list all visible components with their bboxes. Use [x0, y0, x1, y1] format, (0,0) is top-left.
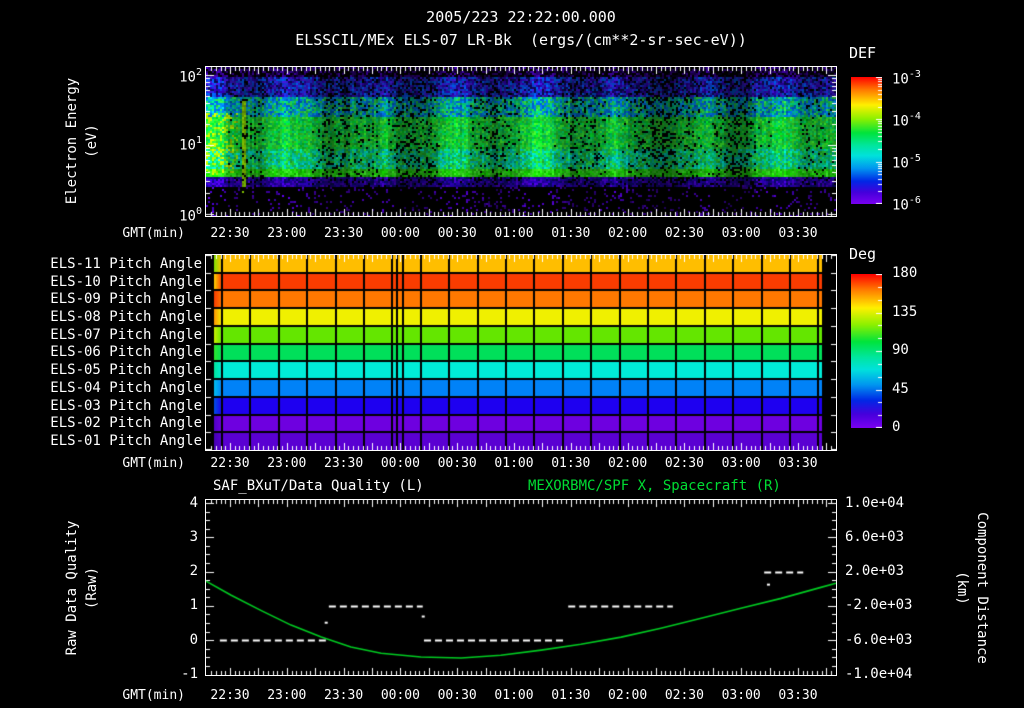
def-colorbar-canvas	[851, 77, 882, 204]
x-tick-label-top: 02:00	[608, 226, 648, 241]
distance-ytick-label: 6.0e+03	[845, 528, 905, 545]
x-tick-label-bottom: 23:30	[324, 688, 364, 703]
distance-ytick-label: -6.0e+03	[845, 631, 913, 648]
quality-distance-plot-canvas	[206, 500, 836, 675]
x-tick-label-bottom: 22:30	[210, 688, 250, 703]
x-tick-label-bottom: 23:00	[267, 688, 307, 703]
x-tick-label-middle: 01:00	[494, 456, 534, 471]
pitch-row-label: ELS-10 Pitch Angle	[50, 273, 202, 290]
distance-ytick-label: 2.0e+03	[845, 563, 905, 580]
gmt-label-middle: GMT(min)	[122, 456, 185, 471]
x-tick-label-middle: 23:30	[324, 456, 364, 471]
pitch-row-label: ELS-01 Pitch Angle	[50, 433, 202, 450]
energy-ytick-label-exponent: 1	[195, 135, 202, 146]
x-tick-label-top: 23:00	[267, 226, 307, 241]
x-tick-label-bottom: 00:30	[437, 688, 477, 703]
deg-colorbar-title: Deg	[849, 245, 877, 263]
pitch-row-label: ELS-06 Pitch Angle	[50, 344, 202, 361]
energy-ytick-label: 101	[179, 135, 202, 154]
distance-ytick-label: -1.0e+04	[845, 666, 913, 682]
quality-ytick-label: -1	[181, 666, 198, 682]
x-tick-label-middle: 03:00	[721, 456, 761, 471]
x-tick-label-middle: 02:30	[664, 456, 704, 471]
pitch-row-label: ELS-11 Pitch Angle	[50, 255, 202, 272]
energy-ytick-label: 100	[179, 206, 202, 225]
x-tick-label-bottom: 02:00	[608, 688, 648, 703]
x-tick-label-bottom: 01:30	[551, 688, 591, 703]
electron-energy-axis-label: Electron Energy (eV)	[62, 78, 102, 204]
x-tick-label-top: 01:00	[494, 226, 534, 241]
quality-ytick-label: 4	[189, 494, 198, 511]
quality-ytick-label: 2	[189, 563, 198, 580]
x-tick-label-top: 00:30	[437, 226, 477, 241]
distance-ytick-label: -2.0e+03	[845, 597, 913, 614]
quality-ytick-label: 1	[189, 597, 198, 614]
x-tick-label-bottom: 03:30	[778, 688, 818, 703]
x-tick-label-middle: 01:30	[551, 456, 591, 471]
x-tick-label-middle: 03:30	[778, 456, 818, 471]
x-tick-label-top: 03:00	[721, 226, 761, 241]
pitch-row-label: ELS-08 Pitch Angle	[50, 309, 202, 326]
def-colorbar-tick-label-exponent: -4	[908, 111, 921, 122]
quality-ytick-label: 0	[189, 631, 198, 648]
pitch-row-label: ELS-09 Pitch Angle	[50, 291, 202, 308]
quality-series-title: SAF_BXuT/Data Quality (L)	[213, 478, 424, 494]
x-tick-label-middle: 22:30	[210, 456, 250, 471]
x-tick-label-bottom: 03:00	[721, 688, 761, 703]
electron-energy-spectrogram-canvas	[206, 67, 836, 216]
timestamp-title: 2005/223 22:22:00.000	[426, 8, 616, 26]
deg-colorbar-canvas	[851, 274, 882, 428]
component-distance-axis-label: Component Distance (km)	[952, 512, 992, 664]
pitch-row-label: ELS-02 Pitch Angle	[50, 415, 202, 432]
energy-ytick-label: 102	[179, 67, 202, 86]
pitch-angle-panel-canvas	[206, 255, 836, 450]
gmt-label-top: GMT(min)	[122, 226, 185, 241]
x-tick-label-top: 01:30	[551, 226, 591, 241]
x-tick-label-middle: 02:00	[608, 456, 648, 471]
spacecraft-series-title: MEXORBMC/SPF X, Spacecraft (R)	[528, 478, 781, 494]
x-tick-label-bottom: 02:30	[664, 688, 704, 703]
def-colorbar-tick-label-exponent: -6	[908, 195, 921, 206]
electron-energy-axis-label-line2: (eV)	[84, 124, 100, 158]
def-colorbar-tick-label: 10-6	[892, 195, 921, 214]
x-tick-label-top: 22:30	[210, 226, 250, 241]
deg-colorbar-tick-label: 0	[892, 419, 901, 435]
x-tick-label-middle: 23:00	[267, 456, 307, 471]
raw-data-quality-axis-label-line2: (Raw)	[84, 566, 100, 610]
def-colorbar-title: DEF	[849, 44, 877, 62]
plot-screen: 2005/223 22:22:00.000 ELSSCIL/MEx ELS-07…	[0, 0, 1024, 708]
gmt-label-bottom: GMT(min)	[122, 688, 185, 703]
x-tick-label-top: 03:30	[778, 226, 818, 241]
distance-ytick-label: 1.0e+04	[845, 494, 905, 511]
pitch-row-label: ELS-04 Pitch Angle	[50, 379, 202, 396]
raw-data-quality-axis-label: Raw Data Quality (Raw)	[62, 521, 102, 656]
pitch-row-label: ELS-03 Pitch Angle	[50, 397, 202, 414]
def-colorbar-tick-label-exponent: -3	[908, 69, 921, 80]
deg-colorbar-tick-label: 135	[892, 303, 918, 320]
component-distance-axis-label-line2: (km)	[954, 571, 970, 605]
x-tick-label-middle: 00:00	[380, 456, 420, 471]
def-colorbar-tick-label: 10-5	[892, 153, 921, 172]
x-tick-label-top: 02:30	[664, 226, 704, 241]
def-colorbar-tick-label: 10-4	[892, 111, 921, 130]
pitch-row-label: ELS-07 Pitch Angle	[50, 326, 202, 343]
x-tick-label-bottom: 00:00	[380, 688, 420, 703]
raw-data-quality-axis-label-line1: Raw Data Quality	[64, 520, 80, 656]
deg-colorbar-tick-label: 180	[892, 265, 918, 281]
pitch-row-label: ELS-05 Pitch Angle	[50, 362, 202, 379]
electron-energy-axis-label-line1: Electron Energy	[64, 77, 80, 205]
component-distance-axis-label-line1: Component Distance	[974, 512, 990, 664]
x-tick-label-bottom: 01:00	[494, 688, 534, 703]
def-colorbar-tick-label: 10-3	[892, 69, 921, 88]
x-tick-label-middle: 00:30	[437, 456, 477, 471]
x-tick-label-top: 00:00	[380, 226, 420, 241]
energy-ytick-label-exponent: 2	[195, 67, 202, 78]
deg-colorbar-tick-label: 90	[892, 342, 909, 358]
quality-ytick-label: 3	[189, 528, 198, 545]
deg-colorbar-tick-label: 45	[892, 380, 909, 397]
x-tick-label-top: 23:30	[324, 226, 364, 241]
instrument-title: ELSSCIL/MEx ELS-07 LR-Bk (ergs/(cm**2-sr…	[295, 31, 747, 49]
energy-ytick-label-exponent: 0	[195, 206, 202, 217]
def-colorbar-tick-label-exponent: -5	[908, 153, 921, 164]
